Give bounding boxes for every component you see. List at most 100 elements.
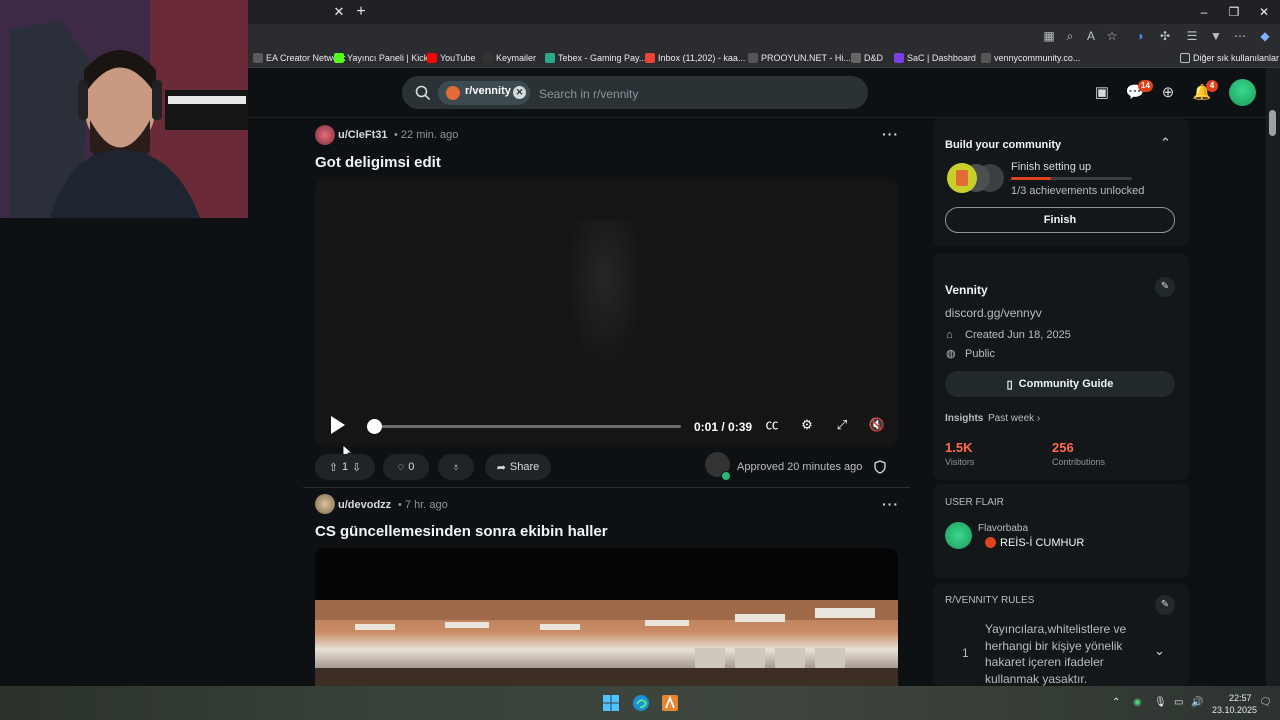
insights-label: Insights <box>945 413 984 424</box>
app-available-icon[interactable]: ▦ <box>1041 28 1057 44</box>
visitors-value: 1.5K <box>945 440 973 455</box>
insights-range[interactable]: Past week › <box>988 413 1040 424</box>
network-icon[interactable]: ▭ <box>1174 697 1183 708</box>
window-close-icon[interactable]: ✕ <box>1252 3 1276 21</box>
copilot-icon[interactable]: ◆ <box>1257 28 1273 44</box>
vpn-icon[interactable]: ▼ <box>1208 28 1224 44</box>
video-scrub-handle[interactable] <box>367 419 382 434</box>
minimize-icon[interactable]: – <box>1192 3 1216 21</box>
contributions-label: Contributions <box>1052 457 1106 467</box>
upvote-icon[interactable]: ⇧ <box>329 461 338 474</box>
vote-group: ⇧ 1 ⇩ <box>315 454 375 480</box>
clock-date[interactable]: 23.10.2025 <box>1212 705 1257 715</box>
post-time: • 22 min. ago <box>394 129 459 141</box>
post-title[interactable]: Got deligimsi edit <box>315 154 441 171</box>
volume-icon[interactable]: 🔊 <box>1191 697 1203 708</box>
rule-text[interactable]: Yayıncılara,whitelistlere ve herhangi bi… <box>985 621 1130 687</box>
flair-badge-icon <box>985 537 996 548</box>
community-guide-button[interactable]: ▯ Community Guide <box>945 371 1175 397</box>
restore-icon[interactable]: ❐ <box>1222 3 1246 21</box>
settings-gear-icon[interactable]: ⚙ <box>797 415 817 435</box>
comments-button[interactable]: ◌ 0 <box>383 454 429 480</box>
build-community-title: Build your community <box>945 139 1062 151</box>
search-input[interactable]: Search in r/vennity <box>539 87 638 101</box>
favorites-icon[interactable]: ☰ <box>1184 28 1200 44</box>
bookmark-label: YouTube <box>440 53 476 63</box>
bookmark-item[interactable]: D&D <box>851 51 883 65</box>
mod-shield-icon[interactable] <box>873 460 887 474</box>
user-avatar[interactable] <box>1229 79 1256 106</box>
post-author-avatar[interactable] <box>315 494 335 514</box>
captions-icon[interactable]: ㏄ <box>762 415 782 435</box>
notification-center-icon[interactable]: 🗨 <box>1259 697 1272 708</box>
create-post-icon[interactable]: ⊕ <box>1158 83 1178 103</box>
bookmark-item[interactable]: EA Creator Network <box>253 51 346 65</box>
play-icon[interactable] <box>326 414 348 436</box>
finish-setting-up: Finish setting up <box>1011 161 1092 173</box>
post-author[interactable]: u/devodzz <box>338 499 391 511</box>
extensions-puzzle-icon[interactable]: ✣ <box>1157 28 1173 44</box>
tab-close-icon[interactable]: ✕ <box>330 3 348 21</box>
created-date: Created Jun 18, 2025 <box>965 329 1071 341</box>
bookmark-label: SaC | Dashboard <box>907 53 976 63</box>
community-description: discord.gg/vennyv <box>945 306 1042 320</box>
video-player[interactable] <box>315 548 898 688</box>
zoom-icon[interactable]: ⌕ <box>1062 28 1078 44</box>
contributions-value: 256 <box>1052 440 1074 455</box>
bookmark-item[interactable]: Tebex - Gaming Pay... <box>545 51 646 65</box>
favorite-star-icon[interactable]: ☆ <box>1104 28 1120 44</box>
clock-time[interactable]: 22:57 <box>1229 693 1252 703</box>
edge-browser-icon[interactable] <box>632 694 650 712</box>
video-player[interactable] <box>315 179 898 447</box>
post-title[interactable]: CS güncellemesinden sonra ekibin haller <box>315 523 608 540</box>
bookmark-favicon-icon <box>894 53 904 63</box>
share-button[interactable]: ➦ Share <box>485 454 551 480</box>
bookmark-item[interactable]: YouTube <box>427 51 475 65</box>
fullscreen-icon[interactable]: ⤢ <box>832 415 852 435</box>
bookmark-label: PROOYUN.NET - Hi... <box>761 53 851 63</box>
extension-icon[interactable]: ◗ <box>1133 28 1149 44</box>
tray-app-icon[interactable]: ◉ <box>1133 697 1142 708</box>
edit-pencil-icon[interactable]: ✎ <box>1155 277 1175 297</box>
advertise-icon[interactable]: ▣ <box>1092 83 1112 103</box>
subreddit-icon <box>446 86 460 100</box>
flair-username: Flavorbaba <box>978 523 1029 534</box>
post-author[interactable]: u/CleFt31 <box>338 129 388 141</box>
bookmark-favicon-icon <box>748 53 758 63</box>
bookmark-label: Inbox (11,202) - kaa... <box>658 53 746 63</box>
downvote-icon[interactable]: ⇩ <box>352 461 361 474</box>
other-bookmarks[interactable]: Diğer sık kullanılanlar <box>1180 51 1279 65</box>
tray-chevron-icon[interactable]: ⌃ <box>1112 697 1120 708</box>
collapse-chevron-icon[interactable]: ⌃ <box>1160 135 1171 151</box>
post-more-icon[interactable]: ··· <box>882 496 899 512</box>
read-aloud-icon[interactable]: A <box>1083 28 1099 44</box>
bookmark-item[interactable]: vennycommunity.co... <box>981 51 1080 65</box>
rule-expand-chevron-icon[interactable]: ⌄ <box>1154 643 1165 659</box>
page-scrollbar[interactable] <box>1266 68 1280 686</box>
clear-chip-icon[interactable]: ✕ <box>513 86 526 99</box>
award-button[interactable]: ♁ <box>438 454 474 480</box>
flair-text: REİS-İ CUMHUR <box>1000 537 1085 549</box>
bookmark-item[interactable]: PROOYUN.NET - Hi... <box>748 51 851 65</box>
finish-button[interactable]: Finish <box>945 207 1175 233</box>
windows-start-icon[interactable] <box>602 694 620 712</box>
bookmark-favicon-icon <box>645 53 655 63</box>
achievements-count: 1/3 achievements unlocked <box>1011 185 1145 197</box>
flair-avatar <box>945 522 972 549</box>
menu-dots-icon[interactable]: ⋯ <box>1232 28 1248 44</box>
mute-icon[interactable]: 🔇 <box>867 415 887 435</box>
post-more-icon[interactable]: ··· <box>882 126 899 142</box>
cake-icon: ⌂ <box>946 329 953 341</box>
post-time: • 7 hr. ago <box>398 499 448 511</box>
video-progress-bar[interactable] <box>372 425 681 428</box>
bookmark-item[interactable]: SaC | Dashboard <box>894 51 976 65</box>
microphone-icon[interactable]: 🎙 <box>1154 697 1167 708</box>
scrollbar-thumb[interactable] <box>1269 110 1276 136</box>
post-author-avatar[interactable] <box>315 125 335 145</box>
bookmark-item[interactable]: Inbox (11,202) - kaa... <box>645 51 745 65</box>
app-taskbar-icon[interactable] <box>661 694 679 712</box>
edit-rules-pencil-icon[interactable]: ✎ <box>1155 595 1175 615</box>
new-tab-button[interactable]: + <box>352 2 370 22</box>
bookmark-item[interactable]: Yayıncı Paneli | Kick <box>334 51 428 65</box>
bookmark-item[interactable]: Keymailer <box>483 51 536 65</box>
